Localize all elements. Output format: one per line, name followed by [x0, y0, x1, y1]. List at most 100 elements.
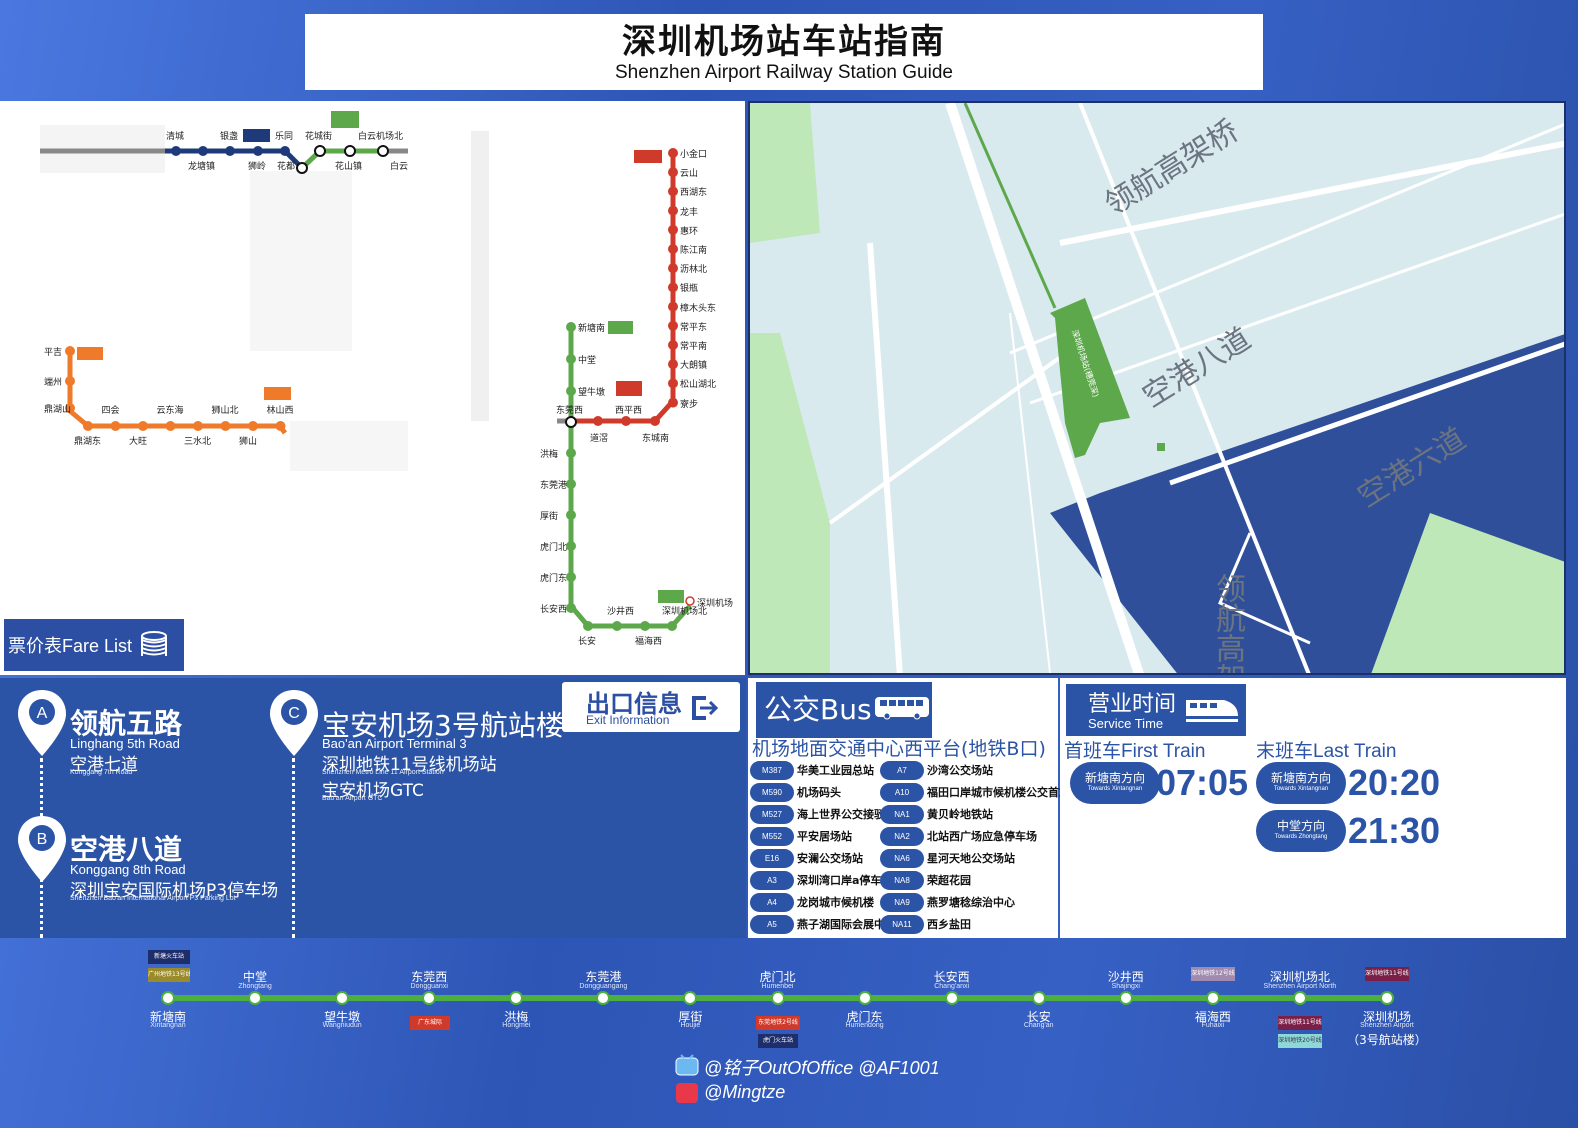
station-name-en: Shajingxi: [1111, 983, 1140, 990]
last-train-time: 20:20: [1348, 762, 1441, 803]
station-dot: [583, 621, 593, 631]
map-station-label: 西平西: [615, 406, 643, 416]
station-dot: [668, 263, 678, 274]
exit-marker-a: [1080, 421, 1088, 429]
map-station-label: 沙井西: [607, 607, 635, 617]
map-station-label: 云山: [680, 169, 699, 180]
station-dot: [668, 282, 678, 293]
station-dot: [596, 991, 611, 1005]
transfer-tag: 深圳地铁20号线: [1278, 1034, 1322, 1048]
bus-route-destination: 黄贝岭地铁站: [927, 808, 993, 821]
station-dot: [566, 322, 576, 332]
station-dot: [668, 244, 678, 254]
exit-a-pin-icon: A: [18, 690, 66, 756]
bus-route-row: M552 平安居场站: [750, 826, 852, 846]
xiaohongshu-icon: [676, 1083, 698, 1103]
station-dot: [225, 146, 235, 156]
map-station-label: 清城: [166, 132, 185, 142]
street-map-panel[interactable]: 领航高架桥 空港八道 空港六道 领航高架 深圳机场站(穗莞深): [748, 101, 1566, 675]
bus-route-destination: 华美工业园总站: [797, 764, 874, 777]
bus-route-number: A5: [750, 914, 794, 934]
fare-list-label: 票价表Fare List: [8, 636, 133, 656]
transfer-tag: 深圳地铁12号线: [1191, 967, 1235, 981]
station-dot: [65, 346, 75, 356]
map-station-label: 乐同: [275, 132, 294, 142]
station-dot: [667, 621, 677, 631]
exit-c-sub2-en: Bao'an Airport GTC: [322, 795, 383, 802]
station-dot: [566, 354, 576, 364]
map-station-label: 四会: [101, 406, 120, 416]
station-dot: [668, 301, 678, 312]
exit-marker-b: [1157, 443, 1165, 451]
exit-marker-c: [1080, 315, 1088, 323]
bus-header: 公交Bus: [756, 682, 932, 738]
station-dot: [509, 991, 524, 1005]
station-name-en: Humenbei: [761, 983, 794, 990]
map-station-label: 花都: [277, 162, 296, 172]
direction-badge: 新塘南方向 Towards Xintangnan: [1070, 762, 1160, 804]
station-dot: [138, 421, 148, 431]
map-station-label: 白云: [390, 162, 409, 172]
transfer-tag: 深圳地铁11号线: [1278, 1016, 1322, 1030]
map-station-label: 狮岭: [248, 162, 267, 172]
map-station-label: 新塘南: [578, 324, 606, 334]
station-name-en: Houjie: [680, 1022, 701, 1029]
interchange-dot: [296, 162, 308, 174]
direction-zh: 新塘南方向: [1084, 771, 1145, 785]
guanghui-tag: [616, 381, 642, 396]
bus-route-destination: 西乡盐田: [927, 918, 971, 931]
station-dot: [280, 146, 290, 156]
line-map-panel[interactable]: 清城 银盏 乐同 花城街 白云机场北 龙塘镇 狮岭 花都 花山镇 白云 小金口 云山 西湖东 龙丰 惠环 陈江…: [0, 101, 745, 675]
first-train-label: 首班车First Train: [1064, 741, 1206, 762]
bus-route-row: NA8 荣超花园: [880, 870, 971, 890]
bus-icon: [875, 697, 929, 720]
bus-route-row: E16 安澜公交场站: [750, 848, 863, 868]
station-dot: [253, 146, 263, 156]
bus-route-row: NA9 燕罗塘稔综治中心: [880, 892, 1015, 912]
bus-route-row: M590 机场码头: [750, 782, 841, 802]
station-dot: [944, 991, 959, 1005]
bus-route-destination: 沙湾公交场站: [927, 764, 993, 777]
fare-list-button[interactable]: 票价表Fare List: [4, 619, 184, 671]
station-dot: [198, 146, 208, 156]
bus-route-destination: 龙岗城市候机楼: [797, 896, 874, 909]
direction-en: Towards Xintangnan: [1087, 786, 1143, 792]
station-dot: [1031, 991, 1046, 1005]
green-area: [750, 333, 830, 673]
suishen-tag: [608, 321, 633, 334]
station-dot: [165, 421, 176, 431]
station-name-en: Zhongtang: [238, 983, 272, 990]
map-station-label: 银盏: [220, 132, 239, 142]
station-dot: [1292, 991, 1307, 1005]
station-dot: [668, 224, 678, 235]
station-dot: [566, 572, 576, 582]
bus-route-row: M527 海上世界公交接驳站: [750, 804, 896, 824]
station-dot: [275, 421, 286, 431]
bus-route-number: NA1: [880, 804, 924, 824]
map-station-label: 龙塘镇: [188, 162, 216, 172]
station-dot: [668, 397, 678, 408]
bus-title: 公交Bus: [764, 693, 872, 726]
station-name-en: Fuhaixi: [1201, 1022, 1225, 1029]
faded-block: [290, 421, 408, 471]
station-name-en: Humendong: [845, 1022, 884, 1029]
station-dot: [566, 479, 576, 489]
transfer-tag: 新塘火车站: [148, 950, 190, 964]
bilibili-icon: [675, 1054, 699, 1076]
map-station-label: 中堂: [578, 356, 597, 366]
bus-route-destination: 深圳湾口岸a停车场: [797, 874, 893, 887]
transfer-tag: 广东城际: [410, 1016, 450, 1030]
exit-b-sub-en: Shenzhen Bao'an International Airport P3…: [70, 895, 236, 902]
exit-c-name-en: Bao'an Airport Terminal 3: [322, 736, 467, 751]
station-dot: [683, 991, 698, 1005]
map-station-label: 长安: [578, 637, 597, 647]
station-dot: [668, 359, 678, 370]
station-name-en: Wangniudun: [322, 1022, 362, 1029]
station-dot: [668, 340, 678, 350]
bus-route-number: A10: [880, 782, 924, 802]
station-dot: [668, 320, 678, 331]
station-dot: [248, 421, 258, 431]
station-dot: [161, 991, 175, 1005]
interchange-dot: [344, 145, 356, 157]
bus-route-destination: 福田口岸城市候机楼公交首末站: [927, 786, 1081, 799]
